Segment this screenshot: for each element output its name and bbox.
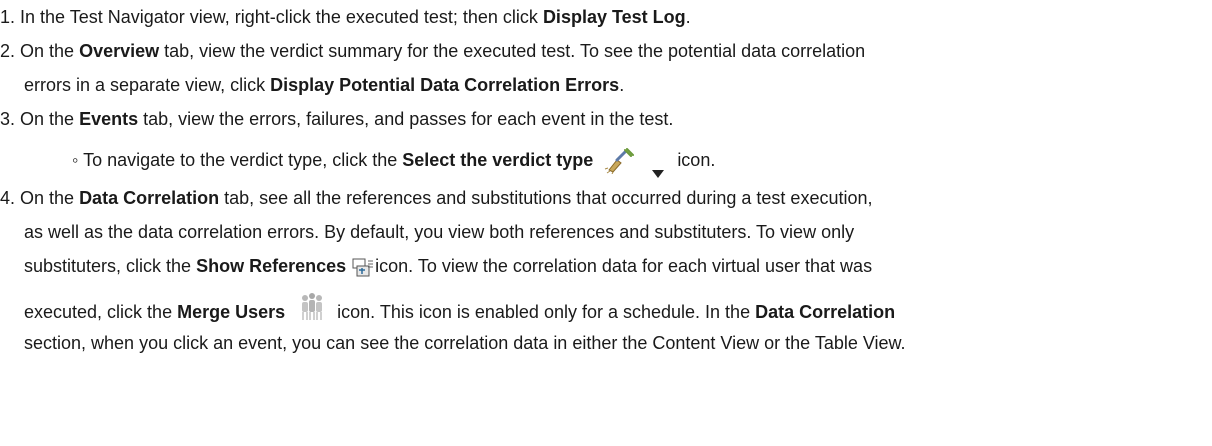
display-test-log-label: Display Test Log: [542, 7, 686, 27]
step-2-text: On the: [15, 41, 80, 61]
select-verdict-type-icon[interactable]: [603, 148, 637, 175]
overview-tab-label: Overview: [79, 41, 160, 61]
step-1-end: .: [685, 7, 691, 27]
step-2-end: .: [619, 75, 625, 95]
step-3-sub-item: ◦ To navigate to the verdict type, click…: [72, 143, 716, 179]
step-3-number: 3.: [0, 109, 16, 129]
step-4-line-2-text: as well as the data correlation errors. …: [24, 222, 855, 242]
step-4-line-5: section, when you click an event, you ca…: [24, 326, 906, 360]
step-3-text: On the: [15, 109, 80, 129]
events-tab-label: Events: [79, 109, 139, 129]
select-verdict-type-label: Select the verdict type: [402, 150, 594, 170]
step-3-sub-end: icon.: [677, 150, 716, 170]
step-2-text-cont: tab, view the verdict summary for the ex…: [159, 41, 866, 61]
step-2: 2. On the Overview tab, view the verdict…: [0, 34, 865, 68]
merge-users-icon[interactable]: [299, 292, 325, 322]
step-4-line-3-text: substituters, click the: [24, 256, 197, 276]
step-4-line-3: substituters, click the Show References …: [24, 249, 872, 283]
step-3: 3. On the Events tab, view the errors, f…: [0, 102, 673, 136]
step-2-line-2-text: errors in a separate view, click: [24, 75, 271, 95]
data-correlation-tab-label: Data Correlation: [79, 188, 220, 208]
step-4-text-cont: tab, see all the references and substitu…: [219, 188, 873, 208]
step-4-line-4-text-cont: icon. This icon is enabled only for a sc…: [337, 302, 756, 322]
show-references-label: Show References: [196, 256, 347, 276]
step-3-text-cont: tab, view the errors, failures, and pass…: [138, 109, 674, 129]
step-4-line-4: executed, click the Merge Users icon. Th…: [24, 292, 895, 329]
step-4-line-4-text: executed, click the: [24, 302, 178, 322]
show-references-icon[interactable]: [352, 256, 374, 278]
step-1-number: 1.: [0, 7, 16, 27]
merge-users-label: Merge Users: [177, 302, 286, 322]
dropdown-arrow-icon[interactable]: [651, 156, 665, 179]
data-correlation-section-label: Data Correlation: [755, 302, 896, 322]
display-potential-errors-label: Display Potential Data Correlation Error…: [270, 75, 620, 95]
step-2-line-2: errors in a separate view, click Display…: [24, 68, 624, 102]
step-4-line-2: as well as the data correlation errors. …: [24, 215, 854, 249]
step-1-text: In the Test Navigator view, right-click …: [15, 7, 543, 27]
step-4-text: On the: [15, 188, 80, 208]
step-4-line-3-text-cont: icon. To view the correlation data for e…: [375, 256, 873, 276]
step-1: 1. In the Test Navigator view, right-cli…: [0, 0, 691, 34]
step-4-line-5-text: section, when you click an event, you ca…: [24, 333, 906, 353]
step-4-number: 4.: [0, 188, 16, 208]
document-body: 1. In the Test Navigator view, right-cli…: [0, 0, 1212, 446]
step-4: 4. On the Data Correlation tab, see all …: [0, 181, 872, 215]
step-2-number: 2.: [0, 41, 16, 61]
step-3-sub-text: To navigate to the verdict type, click t…: [78, 150, 403, 170]
